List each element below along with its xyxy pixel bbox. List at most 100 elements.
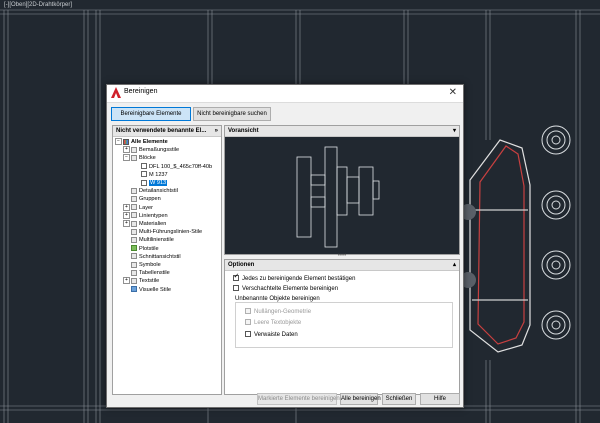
folder-icon [131,253,137,260]
tree-item[interactable]: + Materialien [123,220,166,228]
tree-item[interactable]: Visuelle Stile [123,286,171,294]
zero-length-label: Nullängen-Geometrie [254,309,312,315]
tree-item-label: Linientypen [139,212,168,219]
expand-icon[interactable]: + [123,277,130,285]
tab-find-non-purgeable[interactable]: Nicht bereinigbare suchen [193,107,271,121]
tree-item-label: Detailansichtstil [139,188,178,195]
collapse-icon[interactable]: ▴ [453,260,456,270]
doc-icon [141,179,147,186]
tree-item[interactable]: − Alle Elemente [115,138,168,146]
orphaned-data-option[interactable]: Verwaiste Daten [245,331,298,339]
dialog-titlebar[interactable]: Bereinigen ✕ [107,85,463,103]
folder-icon [131,228,137,235]
options-panel: Optionen ▴ Jedes zu bereinigende Element… [224,259,460,395]
folder-icon [131,261,137,268]
mixed-icon [123,138,129,145]
tree-item[interactable]: Symbole [123,261,161,269]
confirm-each-checkbox[interactable] [233,273,239,282]
folder-icon [131,269,137,276]
purge-tree-panel: Nicht verwendete benannte El... » − Alle … [112,125,222,395]
tree-item-label: Tabellenstile [139,270,170,277]
expand-icon[interactable]: + [123,146,130,154]
tree-item[interactable]: Detailansichtstil [123,187,178,195]
folder-icon [131,187,137,194]
expand-icon[interactable]: + [123,211,130,219]
tree-item-label: Visuelle Stile [139,286,171,293]
blue-icon [131,286,137,293]
tree-item-label: Multi-Führungslinien-Stile [139,229,203,236]
tree-item-label: Alle Elemente [131,139,168,145]
tree-item[interactable]: − Blöcke [123,154,156,162]
empty-text-label: Leere Textobjekte [254,320,302,326]
purge-nested-checkbox[interactable] [233,285,239,292]
tree-item-label: Symbole [139,262,161,268]
folder-icon [131,146,137,153]
tree-item[interactable]: W 913 [133,179,168,187]
tree-item[interactable]: Gruppen [123,195,161,203]
tree-panel-header: Nicht verwendete benannte El... » [113,126,221,137]
tab-purgeable-items[interactable]: Bereinigbare Elemente [111,107,191,121]
folder-icon [131,220,137,227]
tree-item-label: Layer [139,204,153,211]
purge-nested-label: Verschachtelte Elemente bereinigen [242,286,339,292]
options-header: Optionen ▴ [225,260,459,271]
preview-canvas [296,146,380,248]
expand-icon[interactable]: + [123,203,130,211]
purge-nested-option[interactable]: Verschachtelte Elemente bereinigen [233,285,338,293]
tree-item-label: M 1237 [149,171,168,178]
purge-all-button[interactable]: Alle bereinigen [340,393,381,405]
autocad-logo-icon [111,87,121,98]
orphaned-data-label: Verwaiste Daten [254,332,298,338]
chevron-right-icon[interactable]: » [215,126,218,136]
tree-item[interactable]: Schnittansichtstil [123,253,181,261]
tree-item-label: W 913 [149,180,168,186]
orphaned-data-checkbox[interactable] [245,331,251,338]
collapse-icon[interactable]: − [115,138,122,146]
collapse-icon[interactable]: ▾ [453,126,456,136]
tree-item[interactable]: + Linientypen [123,211,168,220]
collapse-icon[interactable]: − [123,154,130,162]
close-button[interactable]: Schließen [382,393,416,405]
folder-icon [131,154,137,161]
options-header-label: Optionen [228,262,255,268]
tree-item[interactable]: Multi-Führungslinien-Stile [123,228,202,236]
doc-icon [141,171,147,178]
tree-item[interactable]: + Layer [123,203,153,212]
tree-item[interactable]: Multilinienstile [123,236,174,244]
confirm-each-option[interactable]: Jedes zu bereinigende Element bestätigen [233,273,356,283]
tree-item[interactable]: + Bemaßungsstile [123,146,179,154]
empty-text-checkbox[interactable] [245,319,251,326]
tree-item[interactable]: + Textstile [123,277,159,285]
tree-item-label: Schnittansichtstil [139,253,181,260]
tree-item-label: DFL 100_$_465c70ff-40b [149,163,213,170]
purge-checked-button[interactable]: Markierte Elemente bereinigen [257,393,340,405]
tree-item[interactable]: Plotstile [123,245,159,253]
expand-icon[interactable]: + [123,220,130,228]
preview-header-label: Voransicht [228,128,259,134]
dialog-title: Bereinigen [124,88,158,95]
tree-item-label: Gruppen [139,196,161,203]
tree-item[interactable]: DFL 100_$_465c70ff-40b [133,163,212,171]
tree-item-label: Bemaßungsstile [139,147,180,154]
tree-item-label: Blöcke [139,155,156,162]
folder-icon [131,236,137,243]
tree-item-label: Plotstile [139,245,159,252]
preview-panel: Voransicht ▾ [224,125,460,255]
viewport-label[interactable]: [-][Oben][2D-Drahtkörper] [4,2,72,8]
folder-icon [131,212,137,219]
tree-item[interactable]: M 1237 [133,171,168,179]
doc-icon [141,163,147,170]
tree-item-label: Materialien [139,221,167,227]
close-icon[interactable]: ✕ [449,87,457,98]
zero-length-checkbox[interactable] [245,308,251,315]
folder-icon [131,195,137,202]
green-icon [131,245,137,252]
tree-header-label: Nicht verwendete benannte El... [116,128,207,134]
tree-item[interactable]: Tabellenstile [123,269,170,277]
help-button[interactable]: Hilfe [420,393,460,405]
folder-icon [131,204,137,211]
confirm-each-label: Jedes zu bereinigende Element bestätigen [242,276,356,282]
tree-item-label: Multilinienstile [139,237,174,244]
empty-text-option[interactable]: Leere Textobjekte [245,319,301,327]
zero-length-option[interactable]: Nullängen-Geometrie [245,308,311,316]
